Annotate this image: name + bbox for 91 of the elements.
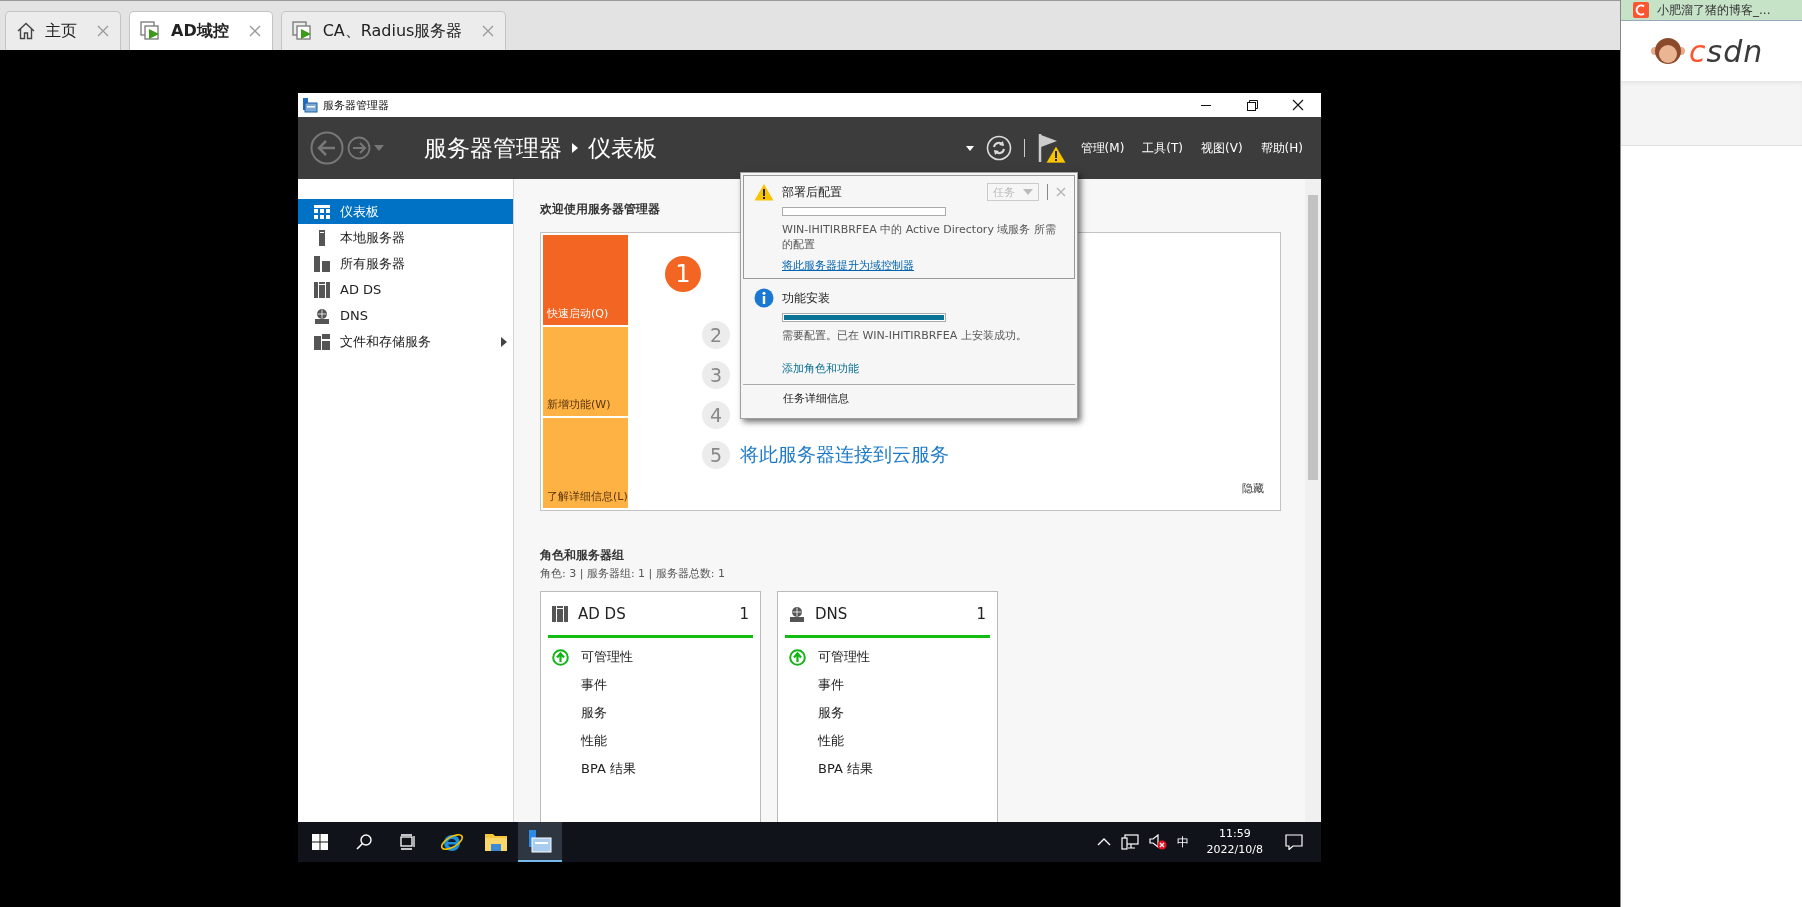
directory-icon (314, 281, 330, 298)
files-icon (314, 333, 330, 350)
warning-icon (754, 183, 774, 201)
forward-icon[interactable] (347, 136, 371, 160)
card-item[interactable]: BPA 结果 (581, 760, 636, 778)
step-number: 1 (665, 256, 701, 292)
breadcrumb-item: 仪表板 (588, 133, 657, 163)
sidebar-item[interactable]: 仪表板 (298, 199, 513, 224)
notification-title: 部署后配置 (782, 183, 843, 201)
notification[interactable]: 功能安装 需要配置。已在 WIN-IHITIRBRFEA 上安装成功。 添加角色和功能 (743, 281, 1075, 382)
vm-icon (140, 21, 162, 41)
app-icon (302, 97, 318, 113)
step-link[interactable]: 将此服务器连接到云服务 (740, 442, 949, 468)
card-item[interactable]: 服务 (581, 704, 607, 722)
card-item[interactable]: 服务 (818, 704, 844, 722)
quick-tile[interactable]: 了解详细信息(L) (543, 418, 628, 508)
card-count: 1 (739, 604, 749, 623)
sidebar-item[interactable]: DNS (298, 303, 513, 328)
card-item[interactable]: 事件 (581, 676, 607, 694)
flag-warning-icon[interactable] (1036, 132, 1067, 164)
sidebar-item[interactable]: 本地服务器 (298, 225, 513, 250)
task-view-icon[interactable] (400, 834, 416, 850)
card-count: 1 (976, 604, 986, 623)
step-number: 3 (702, 361, 730, 389)
card-item[interactable]: 可管理性 (818, 648, 870, 666)
back-icon[interactable] (310, 131, 344, 165)
card-title: AD DS (578, 604, 627, 623)
notification-message: WIN-IHITIRBRFEA 中的 Active Directory 域服务 所需的配置 (782, 222, 1057, 252)
vm-icon (291, 21, 314, 41)
menu-item[interactable]: 管理(M) (1080, 139, 1125, 157)
caret-icon (1023, 189, 1033, 195)
card-item[interactable]: 事件 (818, 676, 844, 694)
browser-tab[interactable]: CA、Radius服务器 (280, 11, 507, 50)
directory-icon (552, 605, 568, 622)
expand-icon[interactable] (501, 336, 507, 347)
section-title: 角色和服务器组 (540, 547, 624, 564)
menu-item[interactable]: 视图(V) (1201, 139, 1243, 157)
dns-icon (789, 605, 805, 622)
card-item[interactable]: 可管理性 (581, 648, 633, 666)
dashboard-icon (314, 204, 330, 219)
dns-icon (314, 307, 330, 324)
mascot-icon (1651, 36, 1685, 66)
volume-muted-icon[interactable] (1148, 834, 1167, 850)
sidebar-item[interactable]: 所有服务器 (298, 251, 513, 276)
close-icon[interactable] (247, 24, 262, 38)
server-manager-icon[interactable] (527, 829, 553, 853)
role-card[interactable]: DNS 1 可管理性 事件 服务 性能 BPA 结果 (777, 591, 998, 822)
browser-tab[interactable]: 小肥溜了猪的博客_... (1621, 0, 1802, 21)
card-title: DNS (815, 604, 849, 623)
section-title: 欢迎使用服务器管理器 (540, 201, 660, 218)
card-item[interactable]: 性能 (581, 732, 607, 750)
role-card[interactable]: AD DS 1 可管理性 事件 服务 性能 BPA 结果 (540, 591, 761, 822)
home-icon (16, 21, 36, 41)
scroll-thumb[interactable] (1308, 195, 1318, 480)
sidebar-item[interactable]: 文件和存储服务 (298, 329, 513, 354)
site-icon (1633, 2, 1649, 18)
notification-message: 需要配置。已在 WIN-IHITIRBRFEA 上安装成功。 (782, 328, 1028, 343)
step-number: 4 (702, 401, 730, 429)
scrollbar[interactable] (1305, 179, 1321, 822)
clock[interactable]: 11:59 2022/10/8 (1206, 826, 1263, 858)
notification-center-icon[interactable] (1285, 834, 1303, 850)
quick-tile[interactable]: 新增功能(W) (543, 326, 628, 417)
card-item[interactable]: BPA 结果 (818, 760, 873, 778)
notification-link[interactable]: 将此服务器提升为域控制器 (782, 258, 914, 273)
input-method-indicator[interactable]: 中 (1176, 833, 1189, 851)
servers-icon (314, 255, 330, 272)
taskbar-button[interactable] (518, 822, 562, 862)
info-icon (754, 288, 774, 308)
menu-item[interactable]: 帮助(H) (1260, 139, 1303, 157)
window-title: 服务器管理器 (323, 97, 390, 113)
start-icon[interactable] (312, 834, 328, 850)
breadcrumb-item[interactable]: 服务器管理器 (424, 132, 562, 164)
browser-tab[interactable]: 主页 (5, 11, 121, 50)
refresh-icon[interactable] (985, 135, 1012, 161)
task-details-link[interactable]: 任务详细信息 (743, 384, 1075, 416)
chevron-up-icon[interactable] (1096, 837, 1111, 847)
notification-title: 功能安装 (782, 289, 831, 307)
roles-summary: 角色: 3 | 服务器组: 1 | 服务器总数: 1 (540, 566, 726, 581)
notification-link[interactable]: 添加角色和功能 (782, 361, 859, 376)
browser-tab[interactable]: AD域控 (129, 11, 273, 50)
caret-icon[interactable] (965, 145, 974, 151)
hide-link[interactable]: 隐藏 (1242, 481, 1264, 496)
sidebar-item[interactable]: AD DS (298, 277, 513, 302)
search-icon[interactable] (356, 834, 372, 850)
logo[interactable]: csdn (1689, 33, 1764, 69)
network-icon[interactable] (1120, 834, 1139, 850)
step-number: 5 (702, 441, 730, 469)
menu-item[interactable]: 工具(T) (1142, 139, 1184, 157)
step-number: 2 (702, 321, 730, 349)
card-item[interactable]: 性能 (818, 732, 844, 750)
chevron-icon (572, 143, 578, 153)
